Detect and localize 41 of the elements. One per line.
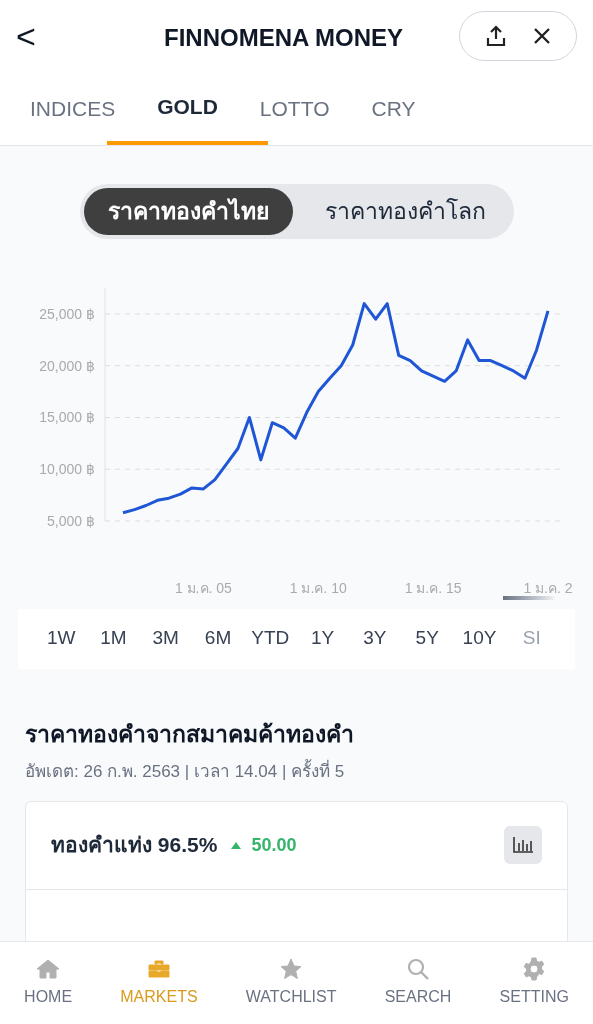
x-axis-label: 1 ม.ค. 10	[289, 579, 347, 596]
home-icon	[36, 957, 61, 981]
price-change: 50.00	[251, 833, 297, 857]
y-axis-label: 10,000 ฿	[39, 460, 95, 477]
share-icon[interactable]	[484, 24, 508, 48]
nav-item[interactable]: WATCHLIST	[245, 957, 337, 1009]
y-axis-label: 5,000 ฿	[47, 512, 95, 529]
y-axis-label: 20,000 ฿	[39, 357, 95, 374]
range-button[interactable]: 1W	[36, 624, 87, 653]
range-button[interactable]: 1M	[88, 624, 139, 653]
card-title: ทองคำแท่ง 96.5%	[51, 832, 218, 859]
x-axis-label: 1 ม.ค. 2	[523, 579, 573, 596]
star-icon	[279, 957, 304, 981]
tab[interactable]: CRY	[371, 72, 416, 145]
close-icon[interactable]	[532, 26, 552, 46]
selection-indicator	[502, 596, 555, 601]
range-button[interactable]: 10Y	[454, 624, 505, 653]
range-button[interactable]: 3Y	[349, 624, 401, 653]
chart-button[interactable]	[504, 826, 542, 864]
settings-icon	[522, 957, 547, 981]
section-title: ราคาทองคำจากสมาคมค้าทองคำ	[25, 719, 355, 749]
nav-item[interactable]: SETTING	[499, 957, 569, 1009]
segment-tab[interactable]: ราคาทองคำโลก	[300, 188, 510, 235]
bar-chart-icon	[513, 837, 533, 853]
range-button[interactable]: 1Y	[297, 624, 348, 653]
nav-item[interactable]: SEARCH	[384, 957, 452, 1009]
x-axis-label: 1 ม.ค. 15	[404, 579, 462, 596]
range-button[interactable]: 6M	[192, 624, 244, 653]
section-subtitle: อัพเดต: 26 ก.พ. 2563 | เวลา 14.04 | ครั้งที่ 5	[25, 759, 568, 785]
nav-item[interactable]: HOME	[24, 957, 73, 1009]
segment-tab[interactable]: ราคาทองคำไทย	[83, 188, 293, 235]
x-axis-label: 1 ม.ค. 05	[174, 579, 232, 596]
search-icon	[406, 957, 430, 981]
y-axis-label: 15,000 ฿	[39, 409, 95, 425]
app-title: FINNOMENA MONEY	[164, 23, 404, 53]
range-button[interactable]: YTD	[245, 624, 296, 653]
back-icon[interactable]: <	[16, 19, 46, 53]
range-button[interactable]: 3M	[140, 624, 191, 653]
y-axis-label: 25,000 ฿	[39, 305, 95, 322]
range-button[interactable]: 5Y	[402, 624, 453, 653]
briefcase-icon	[146, 957, 171, 981]
